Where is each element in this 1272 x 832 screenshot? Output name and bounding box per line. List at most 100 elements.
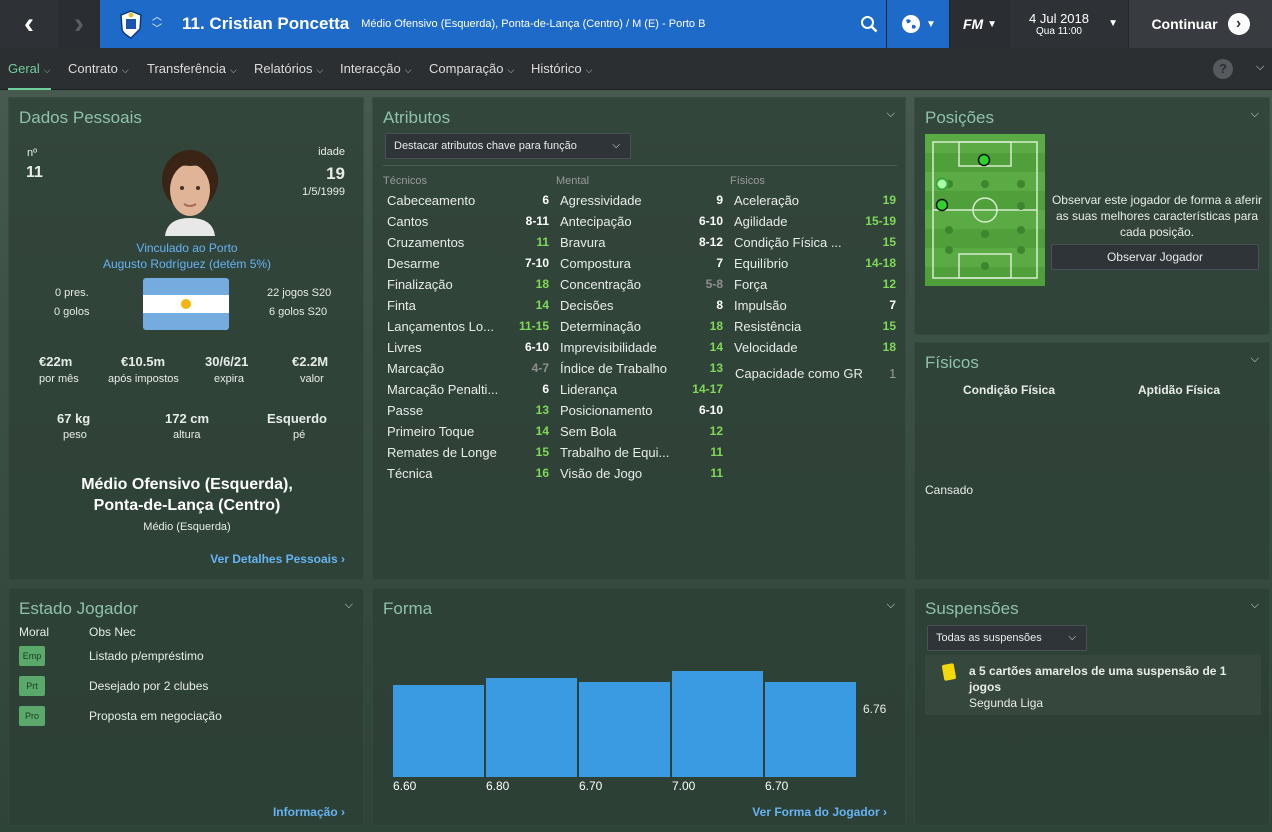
- suspensions-dropdown[interactable]: Todas as suspensões ⌵: [927, 625, 1087, 651]
- attribute-value: 14: [535, 424, 549, 438]
- attribute-row[interactable]: Liderança 14-17: [560, 379, 723, 400]
- attribute-row[interactable]: Velocidade 18: [734, 337, 896, 358]
- tab-geral[interactable]: Geral ⌵: [8, 48, 51, 90]
- attribute-row[interactable]: Equilíbrio 14-18: [734, 253, 896, 274]
- attribute-row[interactable]: Impulsão 7: [734, 295, 896, 316]
- attribute-name: Agressividade: [560, 193, 642, 208]
- personal-details-link[interactable]: Ver Detalhes Pessoais ›: [210, 552, 345, 566]
- tab-label: Geral: [8, 61, 40, 76]
- search-icon[interactable]: [860, 15, 878, 33]
- attribute-name: Resistência: [734, 319, 802, 334]
- attribute-row[interactable]: Índice de Trabalho 13: [560, 358, 723, 379]
- chevron-down-icon[interactable]: ⌵: [1251, 353, 1259, 366]
- contract-owner[interactable]: Augusto Rodríguez (detém 5%): [9, 257, 365, 271]
- u20-goals: 6 golos S20: [269, 306, 328, 318]
- continue-button[interactable]: Continuar ›: [1129, 0, 1272, 48]
- globe-menu-button[interactable]: ▼: [887, 0, 949, 48]
- attributes-panel: Atributos ⌵ Destacar atributos chave par…: [372, 97, 906, 580]
- attribute-row[interactable]: Determinação 18: [560, 316, 723, 337]
- attribute-name: Lançamentos Lo...: [387, 319, 494, 334]
- attribute-row[interactable]: Lançamentos Lo... 11-15: [387, 316, 549, 337]
- fm-menu-button[interactable]: FM ▼: [950, 0, 1010, 48]
- attribute-row[interactable]: Finta 14: [387, 295, 549, 316]
- attribute-row[interactable]: Condição Física ... 15: [734, 232, 896, 253]
- tab-contrato[interactable]: Contrato ⌵: [68, 48, 129, 90]
- attribute-row[interactable]: Trabalho de Equi... 11: [560, 442, 723, 463]
- chevron-down-icon[interactable]: ﹀: [152, 24, 162, 36]
- tab-interaccao[interactable]: Interacção ⌵: [340, 48, 412, 90]
- chevron-down-icon[interactable]: ⌵: [1251, 108, 1259, 121]
- condition-label: Condição Física: [963, 383, 1056, 397]
- height: 172 cm: [165, 411, 210, 426]
- forward-button[interactable]: ›: [58, 0, 100, 48]
- chevron-up-icon[interactable]: ︿: [152, 12, 162, 24]
- attribute-row[interactable]: Imprevisibilidade 14: [560, 337, 723, 358]
- observe-player-button[interactable]: Observar Jogador: [1051, 244, 1259, 270]
- chevron-down-icon[interactable]: ⌵: [345, 599, 353, 612]
- attribute-name: Finalização: [387, 277, 453, 292]
- help-icon[interactable]: ?: [1213, 59, 1233, 79]
- attribute-row[interactable]: Passe 13: [387, 400, 549, 421]
- attribute-row[interactable]: Agilidade 15-19: [734, 211, 896, 232]
- chevron-down-icon: ⌵: [507, 65, 515, 75]
- attribute-row[interactable]: Livres 6-10: [387, 337, 549, 358]
- tab-comparacao[interactable]: Comparação ⌵: [429, 48, 514, 90]
- attribute-row[interactable]: Antecipação 6-10: [560, 211, 723, 232]
- attribute-name: Velocidade: [734, 340, 798, 355]
- attribute-row[interactable]: Primeiro Toque 14: [387, 421, 549, 442]
- tab-label: Comparação: [429, 61, 504, 76]
- panel-title: Suspensões: [925, 599, 1019, 618]
- chevron-down-icon[interactable]: ⌵: [1256, 61, 1264, 74]
- chevron-down-icon[interactable]: ⌵: [887, 599, 895, 612]
- attribute-row[interactable]: Remates de Longe 15: [387, 442, 549, 463]
- attribute-row[interactable]: Visão de Jogo 11: [560, 463, 723, 484]
- chevron-down-icon[interactable]: ⌵: [887, 108, 895, 121]
- attribute-row[interactable]: Aceleração 19: [734, 190, 896, 211]
- attribute-row[interactable]: Desarme 7-10: [387, 253, 549, 274]
- form-bar[interactable]: [393, 685, 484, 777]
- attribute-value: 14: [709, 340, 723, 354]
- highlight-dropdown[interactable]: Destacar atributos chave para função ⌵: [385, 133, 631, 159]
- attribute-row[interactable]: Decisões 8: [560, 295, 723, 316]
- attribute-name: Livres: [387, 340, 422, 355]
- form-panel: Forma ⌵ 6.60 6.80 6.70 7.00 6.70 6.76 Ver Fo…: [372, 588, 906, 826]
- attribute-row[interactable]: Cruzamentos 11: [387, 232, 549, 253]
- tab-relatorios[interactable]: Relatórios ⌵: [254, 48, 323, 90]
- attribute-row[interactable]: Bravura 8-12: [560, 232, 723, 253]
- form-bar[interactable]: [579, 682, 670, 777]
- attribute-row[interactable]: Concentração 5-8: [560, 274, 723, 295]
- position-main-2: Ponta-de-Lança (Centro): [93, 497, 281, 514]
- attribute-name: Aceleração: [734, 193, 800, 208]
- form-bar[interactable]: [672, 671, 763, 777]
- attribute-row[interactable]: Sem Bola 12: [560, 421, 723, 442]
- attribute-row[interactable]: Força 12: [734, 274, 896, 295]
- contract-club[interactable]: Vinculado ao Porto: [9, 241, 365, 255]
- player-positions: Médio Ofensivo (Esquerda), Ponta-de-Lanç…: [361, 18, 706, 30]
- date-display[interactable]: 4 Jul 2018 Qua 11:00 ▼: [1010, 0, 1128, 48]
- attribute-row[interactable]: Cabeceamento 6: [387, 190, 549, 211]
- player-switch-arrows[interactable]: ︿ ﹀: [152, 12, 162, 36]
- fitness-label: Aptidão Física: [1138, 383, 1221, 397]
- gk-ability-label: Capacidade como GR: [735, 366, 863, 381]
- attribute-row[interactable]: Posicionamento 6-10: [560, 400, 723, 421]
- back-button[interactable]: ‹: [0, 0, 58, 48]
- attribute-value: 16: [535, 466, 549, 480]
- attribute-row[interactable]: Técnica 16: [387, 463, 549, 484]
- attribute-row[interactable]: Marcação 4-7: [387, 358, 549, 379]
- chevron-down-icon[interactable]: ⌵: [1251, 599, 1259, 612]
- tab-historico[interactable]: Histórico ⌵: [531, 48, 592, 90]
- attribute-row[interactable]: Finalização 18: [387, 274, 549, 295]
- player-form-link[interactable]: Ver Forma do Jogador ›: [752, 805, 887, 819]
- attribute-row[interactable]: Compostura 7: [560, 253, 723, 274]
- attribute-row[interactable]: Agressividade 9: [560, 190, 723, 211]
- attribute-row[interactable]: Resistência 15: [734, 316, 896, 337]
- tab-transferencia[interactable]: Transferência ⌵: [147, 48, 237, 90]
- form-bar[interactable]: [486, 678, 577, 777]
- info-link[interactable]: Informação ›: [273, 805, 345, 819]
- status-tag: Pro: [19, 706, 45, 726]
- attribute-value: 5-8: [705, 277, 723, 291]
- form-bar[interactable]: [765, 682, 856, 777]
- club-crest-icon: [120, 10, 142, 39]
- attribute-row[interactable]: Marcação Penalti... 6: [387, 379, 549, 400]
- attribute-row[interactable]: Cantos 8-11: [387, 211, 549, 232]
